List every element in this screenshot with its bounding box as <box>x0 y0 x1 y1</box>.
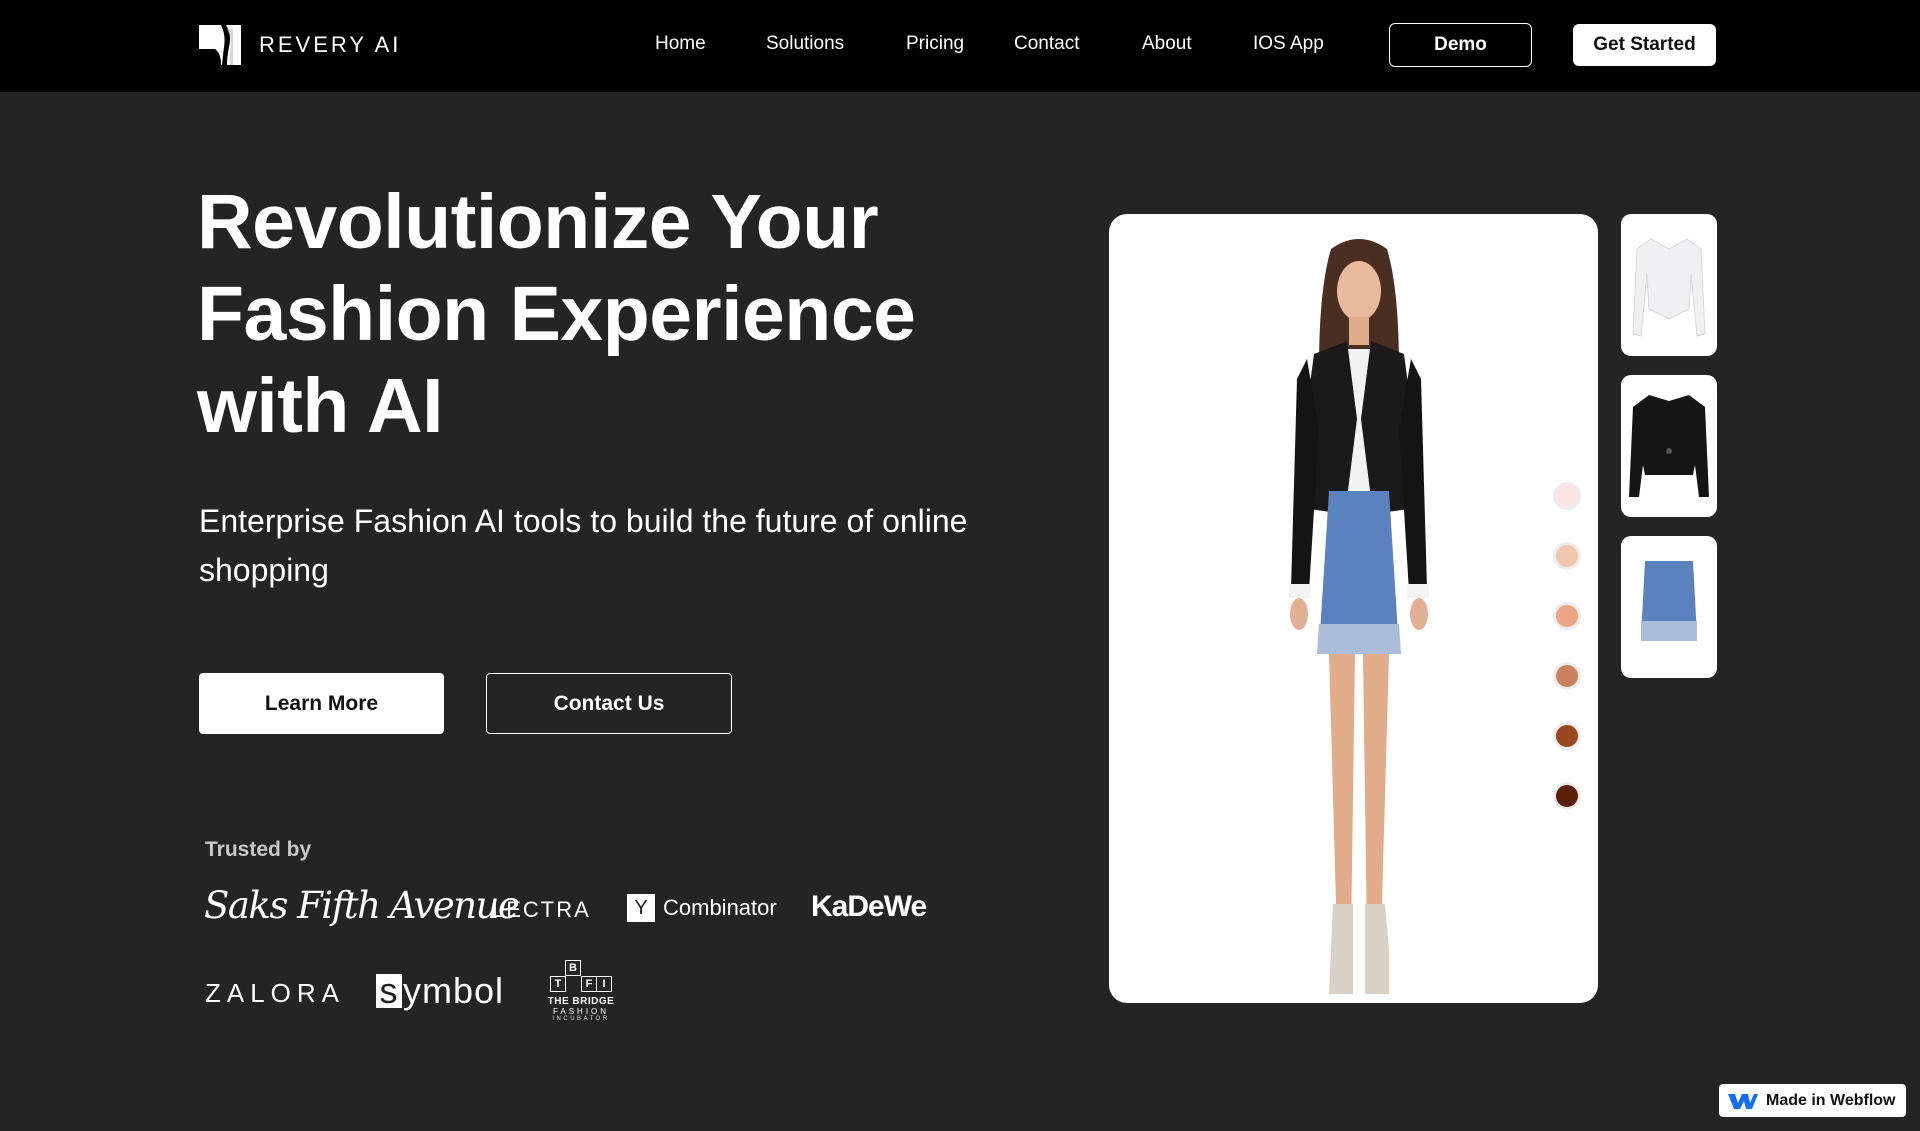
learn-more-button[interactable]: Learn More <box>199 673 444 734</box>
skin-tone-swatch-6[interactable] <box>1553 782 1581 810</box>
tbfi-cell: B <box>565 960 581 976</box>
nav-link-solutions[interactable]: Solutions <box>766 33 844 55</box>
brand-logo-kadewe: KaDeWe <box>811 890 927 923</box>
symbol-s-mark: s <box>376 970 402 1011</box>
top-navbar: REVERY AI Home Solutions Pricing Contact… <box>0 0 1920 92</box>
skin-tone-swatch-2[interactable] <box>1553 542 1581 570</box>
contact-us-button[interactable]: Contact Us <box>486 673 732 734</box>
tbfi-cell: F <box>581 976 597 992</box>
hero-title: Revolutionize Your Fashion Experience wi… <box>197 176 997 452</box>
tbfi-cell: T <box>550 976 566 992</box>
webflow-badge-label: Made in Webflow <box>1766 1091 1896 1109</box>
nav-link-about[interactable]: About <box>1142 33 1192 55</box>
skin-tone-swatch-3[interactable] <box>1553 602 1581 630</box>
logo-text: REVERY AI <box>259 32 402 57</box>
brand-logo-zalora: ZALORA <box>205 978 346 1008</box>
nav-link-ios-app[interactable]: IOS App <box>1253 33 1324 55</box>
thumbnail-white-corset-top[interactable] <box>1621 214 1717 356</box>
blue-skirt-icon <box>1641 561 1697 641</box>
tbfi-grid-icon: B T F I <box>548 960 614 994</box>
hero-title-line: Fashion Experience <box>197 271 916 357</box>
model-image <box>1289 239 1429 994</box>
skin-tone-swatch-1[interactable] <box>1553 482 1581 510</box>
trusted-by-heading: Trusted by <box>205 838 312 861</box>
brand-logo-saks: Saks Fifth Avenue <box>204 884 520 927</box>
tbfi-line: FASHION <box>552 1007 610 1016</box>
tbfi-line: THE BRIDGE <box>547 996 615 1007</box>
demo-button[interactable]: Demo <box>1389 23 1532 67</box>
skin-tone-swatch-4[interactable] <box>1553 662 1581 690</box>
logo[interactable]: REVERY AI <box>199 25 401 65</box>
hero-title-line: with AI <box>197 363 444 449</box>
white-top-icon <box>1632 238 1706 337</box>
thumbnail-black-leather-jacket[interactable] <box>1621 375 1717 517</box>
virtual-try-on-viewer <box>1109 214 1598 1003</box>
tbfi-line: INCUBATOR <box>552 1016 610 1022</box>
get-started-button[interactable]: Get Started <box>1573 24 1716 66</box>
brand-logo-bridge-fashion-incubator: B T F I THE BRIDGE FASHION INCUBATOR <box>546 960 616 1022</box>
skin-tone-swatch-5[interactable] <box>1553 722 1581 750</box>
brand-logo-lectra: LECTRA <box>492 897 591 922</box>
symbol-text: ymbol <box>403 970 505 1011</box>
brand-logo-symbol: s ymbol <box>376 970 504 1012</box>
black-jacket-icon <box>1629 395 1709 497</box>
made-in-webflow-badge[interactable]: Made in Webflow <box>1719 1084 1906 1117</box>
webflow-logo-icon <box>1728 1093 1758 1109</box>
revery-logo-icon <box>199 25 241 65</box>
hero-subtitle: Enterprise Fashion AI tools to build the… <box>199 503 968 588</box>
nav-link-pricing[interactable]: Pricing <box>906 33 964 55</box>
hero-title-line: Revolutionize Your <box>197 179 879 265</box>
tbfi-cell: I <box>596 976 612 992</box>
thumbnail-blue-tweed-skirt[interactable] <box>1621 536 1717 678</box>
brand-logo-ycombinator: Y Combinator <box>627 894 777 922</box>
nav-link-home[interactable]: Home <box>655 33 706 55</box>
yc-text: Combinator <box>663 895 777 920</box>
nav-link-contact[interactable]: Contact <box>1014 33 1079 55</box>
yc-mark-icon: Y <box>627 894 655 922</box>
